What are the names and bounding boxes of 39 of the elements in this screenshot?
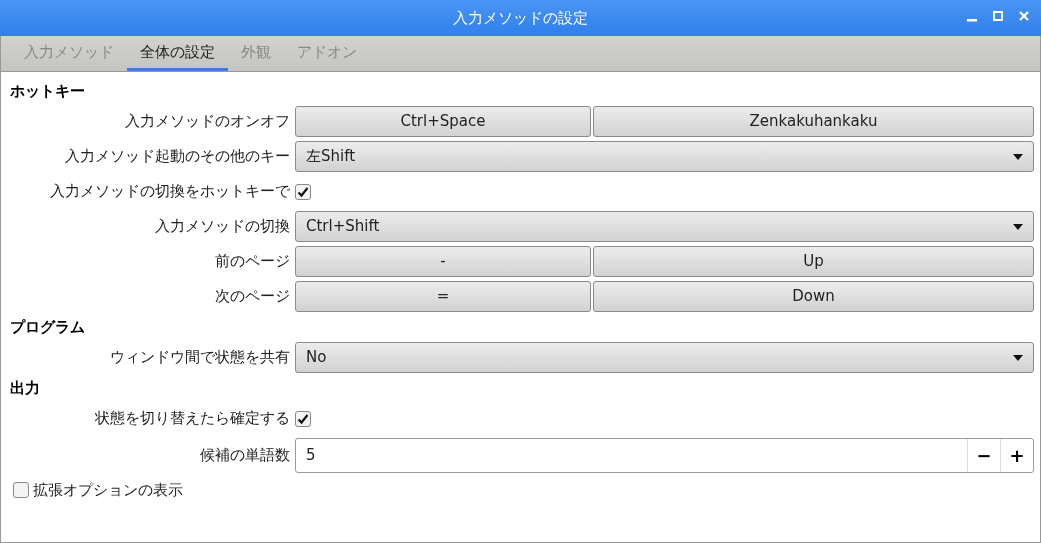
key-button[interactable]: Up — [593, 246, 1034, 277]
dropdown-caret-icon — [1013, 223, 1023, 230]
dropdown-value: 左Shift — [306, 146, 356, 168]
advanced-options-label: 拡張オプションの表示 — [33, 479, 183, 501]
section-heading: 出力 — [10, 377, 41, 399]
dropdown[interactable]: Ctrl+Shift — [295, 211, 1034, 242]
checkbox[interactable] — [295, 183, 311, 200]
setting-label: ウィンドウ間で状態を共有 — [109, 347, 290, 369]
checkbox[interactable] — [295, 410, 311, 427]
setting-label: 候補の単語数 — [199, 445, 290, 467]
dropdown[interactable]: 左Shift — [295, 141, 1034, 172]
key-button[interactable]: - — [295, 246, 591, 277]
maximize-icon[interactable] — [993, 11, 1003, 21]
key-button[interactable]: Zenkakuhankaku — [593, 106, 1034, 137]
dropdown-caret-icon — [1013, 153, 1023, 160]
number-value: 5 — [305, 445, 317, 467]
setting-label: 前のページ — [214, 251, 290, 273]
key-button[interactable]: = — [295, 281, 591, 312]
dropdown[interactable]: No — [295, 342, 1034, 373]
setting-label: 入力メソッド起動のその他のキー — [64, 146, 290, 168]
tab[interactable]: 全体の設定 — [127, 36, 228, 71]
key-button[interactable]: Ctrl+Space — [295, 106, 591, 137]
section-heading: プログラム — [10, 316, 86, 338]
number-field[interactable]: 5 − + — [295, 438, 1034, 473]
setting-label: 入力メソッドのオンオフ — [124, 111, 290, 133]
checkbox[interactable] — [13, 482, 29, 498]
decrement-button[interactable]: − — [967, 439, 1000, 472]
increment-button[interactable]: + — [1000, 439, 1033, 472]
dropdown-caret-icon — [1013, 354, 1023, 361]
key-button[interactable]: Down — [593, 281, 1034, 312]
window-title: 入力メソッドの設定 — [453, 7, 588, 29]
setting-label: 入力メソッドの切換 — [154, 216, 290, 238]
dropdown-value: Ctrl+Shift — [306, 216, 380, 238]
section-heading: ホットキー — [10, 80, 86, 102]
close-icon[interactable] — [1019, 11, 1029, 21]
setting-label: 状態を切り替えたら確定する — [94, 408, 290, 430]
setting-label: 次のページ — [214, 286, 290, 308]
dropdown-value: No — [306, 347, 327, 369]
setting-label: 入力メソッドの切換をホットキーで — [49, 181, 290, 203]
